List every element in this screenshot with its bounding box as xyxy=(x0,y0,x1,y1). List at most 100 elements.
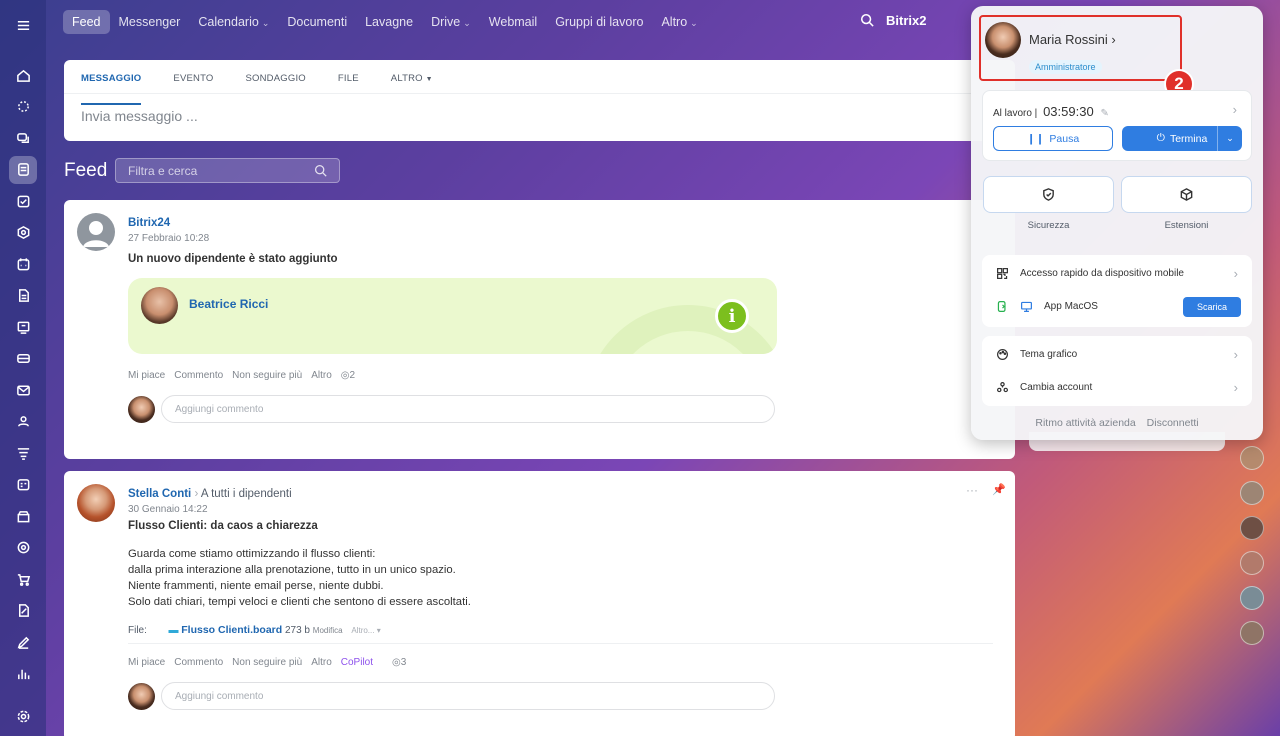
logout-link[interactable]: Disconnetti xyxy=(1147,417,1199,429)
download-button[interactable]: Scarica xyxy=(1182,296,1241,317)
file-label: File: xyxy=(128,625,147,636)
employee-avatar[interactable] xyxy=(141,287,178,324)
post-date[interactable]: 30 Gennaio 14:22 xyxy=(128,504,208,515)
online-users xyxy=(1240,446,1264,656)
file-more-link[interactable]: Altro... ▾ xyxy=(351,626,380,635)
mail-icon[interactable] xyxy=(9,376,37,404)
menu-icon[interactable] xyxy=(9,11,37,39)
analytics-icon[interactable] xyxy=(9,660,37,688)
calendar-icon[interactable] xyxy=(9,250,37,278)
employee-name[interactable]: Beatrice Ricci xyxy=(189,297,268,311)
security-tile[interactable] xyxy=(983,176,1114,213)
avatar[interactable] xyxy=(1240,446,1264,470)
avatar[interactable] xyxy=(1240,551,1264,575)
chevron-right-icon[interactable]: › xyxy=(1233,102,1237,117)
avatar[interactable] xyxy=(77,484,115,522)
comment-link[interactable]: Commento xyxy=(174,370,223,381)
drive-icon[interactable] xyxy=(9,345,37,373)
work-status-row[interactable]: Al lavoro | 03:59:30 ✎ xyxy=(993,104,1109,119)
avatar[interactable] xyxy=(1240,481,1264,505)
tab-calendario[interactable]: Calendario ⌄ xyxy=(189,10,278,34)
unfollow-link[interactable]: Non seguire più xyxy=(232,370,302,381)
groups-icon[interactable] xyxy=(9,408,37,436)
tab-file[interactable]: FILE xyxy=(338,73,359,93)
avatar[interactable] xyxy=(1240,621,1264,645)
like-link[interactable]: Mi piace xyxy=(128,370,165,381)
post-author[interactable]: Stella Conti xyxy=(128,488,191,500)
tab-gruppi-di-lavoro[interactable]: Gruppi di lavoro xyxy=(546,10,652,34)
search-icon[interactable] xyxy=(860,13,874,30)
copilot-link[interactable]: CoPilot xyxy=(341,657,373,668)
comment-input[interactable]: Aggiungi commento xyxy=(161,395,775,423)
work-status: Al lavoro | xyxy=(993,108,1038,119)
tab-poll[interactable]: SONDAGGIO xyxy=(246,73,306,93)
avatar[interactable] xyxy=(77,213,115,251)
sync-icon xyxy=(997,301,1006,312)
feed-icon[interactable] xyxy=(9,155,37,184)
sign-icon[interactable] xyxy=(9,597,37,625)
divider xyxy=(128,643,993,644)
copilot-icon[interactable] xyxy=(9,93,37,121)
theme-row[interactable]: Tema grafico › xyxy=(982,338,1252,371)
boards-icon[interactable] xyxy=(9,313,37,341)
power-icon: ⏻ xyxy=(1156,132,1165,144)
tab-drive[interactable]: Drive ⌄ xyxy=(422,10,480,34)
tab-altro[interactable]: Altro ⌄ xyxy=(652,10,706,34)
tab-more-label: ALTRO xyxy=(390,73,423,84)
switch-account-row[interactable]: Cambia account › xyxy=(982,371,1252,404)
cart-icon[interactable] xyxy=(9,565,37,593)
filter-search-input[interactable]: Filtra e cerca xyxy=(115,158,340,183)
file-link[interactable]: Flusso Clienti.board xyxy=(181,624,282,636)
tab-feed[interactable]: Feed xyxy=(63,10,110,34)
edit-pencil-icon[interactable]: ✎ xyxy=(1100,108,1108,119)
body-line: dalla prima interazione alla prenotazion… xyxy=(128,564,456,576)
settings-icon[interactable] xyxy=(9,702,37,730)
tab-webmail[interactable]: Webmail xyxy=(480,10,546,34)
chat-icon[interactable] xyxy=(9,124,37,152)
post-composer: MESSAGGIO EVENTO SONDAGGIO FILE ALTRO ▼ … xyxy=(64,60,1015,141)
unfollow-link[interactable]: Non seguire più xyxy=(232,657,302,668)
avatar[interactable] xyxy=(1240,586,1264,610)
comment-link[interactable]: Commento xyxy=(174,657,223,668)
tasks-icon[interactable] xyxy=(9,187,37,215)
avatar[interactable] xyxy=(1240,516,1264,540)
post-author[interactable]: Bitrix24 xyxy=(128,217,170,229)
pause-button[interactable]: ❙❙ Pausa xyxy=(993,126,1113,151)
post-recipients[interactable]: A tutti i dipendenti xyxy=(201,488,292,500)
more-link[interactable]: Altro xyxy=(311,370,332,381)
eye-icon: ◎ xyxy=(392,657,401,668)
more-options-icon[interactable]: ··· xyxy=(966,483,978,497)
chevron-down-icon[interactable]: ⌄ xyxy=(1217,126,1242,151)
more-link[interactable]: Altro xyxy=(311,657,332,668)
post-date[interactable]: 27 Febbraio 10:28 xyxy=(128,233,209,244)
tab-more[interactable]: ALTRO ▼ xyxy=(391,73,433,93)
current-user-avatar xyxy=(128,396,155,423)
filter-icon[interactable] xyxy=(9,439,37,467)
tab-messenger[interactable]: Messenger xyxy=(110,10,190,34)
post-title: Un nuovo dipendente è stato aggiunto xyxy=(128,253,338,265)
store-icon[interactable] xyxy=(9,502,37,530)
documents-icon[interactable] xyxy=(9,282,37,310)
company-rhythm-link[interactable]: Ritmo attività azienda xyxy=(1035,417,1135,429)
home-icon[interactable] xyxy=(9,61,37,89)
tab-documenti[interactable]: Documenti xyxy=(278,10,356,34)
extensions-tile[interactable] xyxy=(1121,176,1252,213)
pen-icon[interactable] xyxy=(9,628,37,656)
tab-message[interactable]: MESSAGGIO xyxy=(81,73,142,105)
comment-input[interactable]: Aggiungi commento xyxy=(161,682,775,710)
pin-icon[interactable]: 📌 xyxy=(992,483,1006,496)
worktime-card: Al lavoro | 03:59:30 ✎ › ❙❙ Pausa ⏻ Termin… xyxy=(982,90,1252,161)
tab-lavagne[interactable]: Lavagne xyxy=(356,10,422,34)
mobile-access-row[interactable]: Accesso rapido da dispositivo mobile › xyxy=(982,257,1252,290)
tab-event[interactable]: EVENTO xyxy=(173,73,213,93)
stop-button[interactable]: ⏻ Termina ⌄ xyxy=(1122,126,1242,151)
file-edit-link[interactable]: Modifica xyxy=(313,626,343,635)
like-link[interactable]: Mi piace xyxy=(128,657,165,668)
booking-icon[interactable] xyxy=(9,471,37,499)
views-value: 2 xyxy=(349,370,356,381)
board-file-icon: ▬ xyxy=(168,625,179,636)
target-icon[interactable] xyxy=(9,534,37,562)
crm-icon[interactable] xyxy=(9,219,37,247)
shield-icon xyxy=(1043,188,1054,201)
message-input[interactable]: Invia messaggio ... xyxy=(64,94,1015,138)
